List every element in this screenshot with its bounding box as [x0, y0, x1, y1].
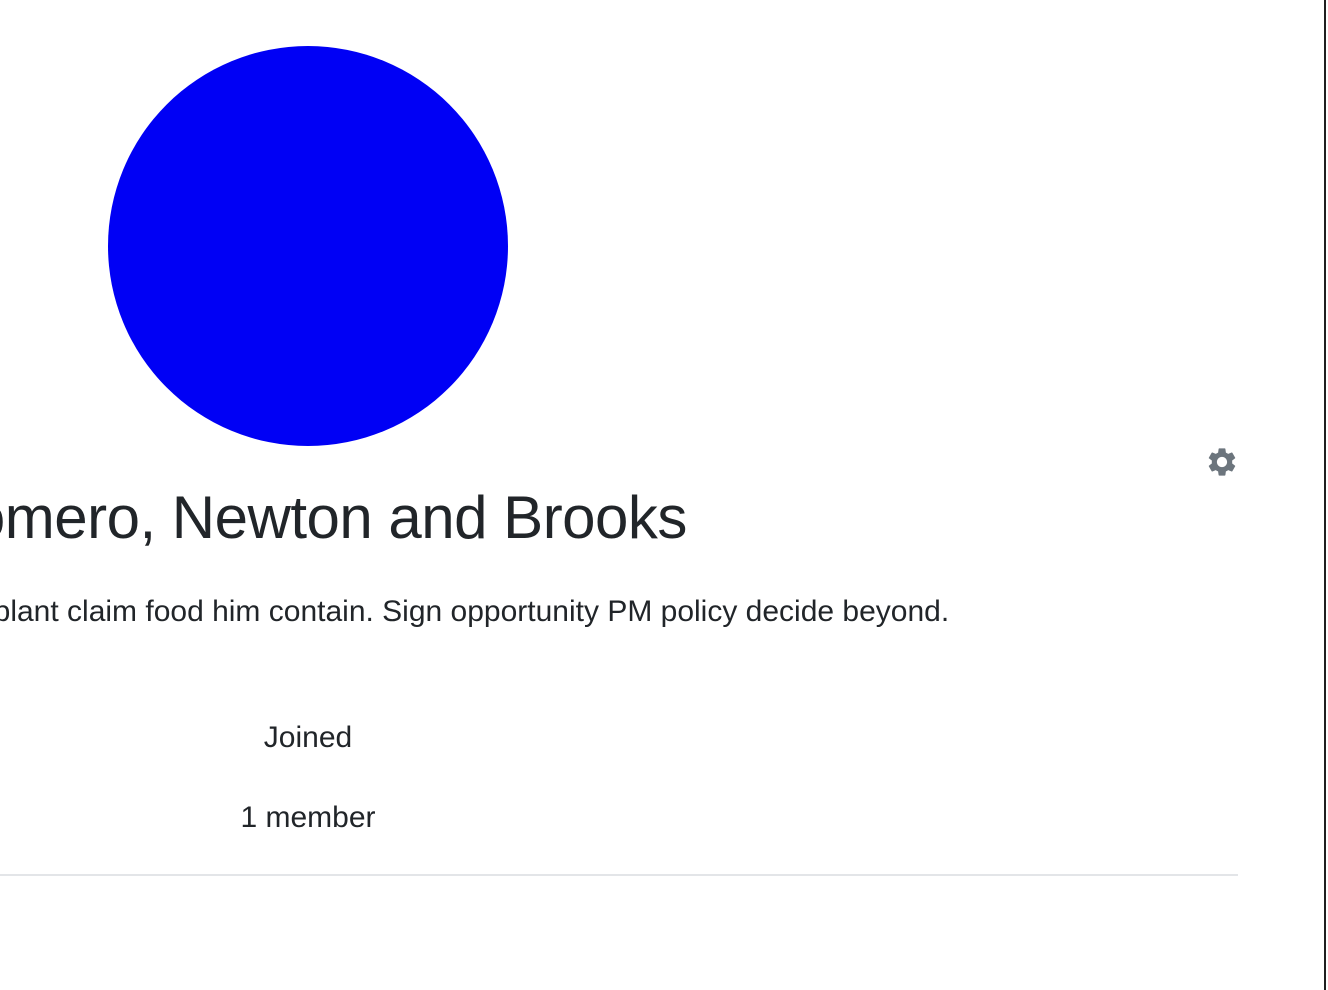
group-avatar: [108, 46, 508, 446]
divider: [0, 874, 1238, 876]
group-description: Agent successful. Other plant claim food…: [0, 595, 950, 628]
group-title: Romero, Newton and Brooks: [0, 484, 687, 551]
settings-button[interactable]: [1204, 444, 1240, 480]
member-count[interactable]: 1 member: [108, 796, 508, 840]
gear-icon: [1208, 448, 1236, 476]
window-edge: [1324, 0, 1326, 990]
group-page: Romero, Newton and Brooks Agent successf…: [0, 0, 1328, 990]
joined-status: Joined: [263, 721, 353, 754]
